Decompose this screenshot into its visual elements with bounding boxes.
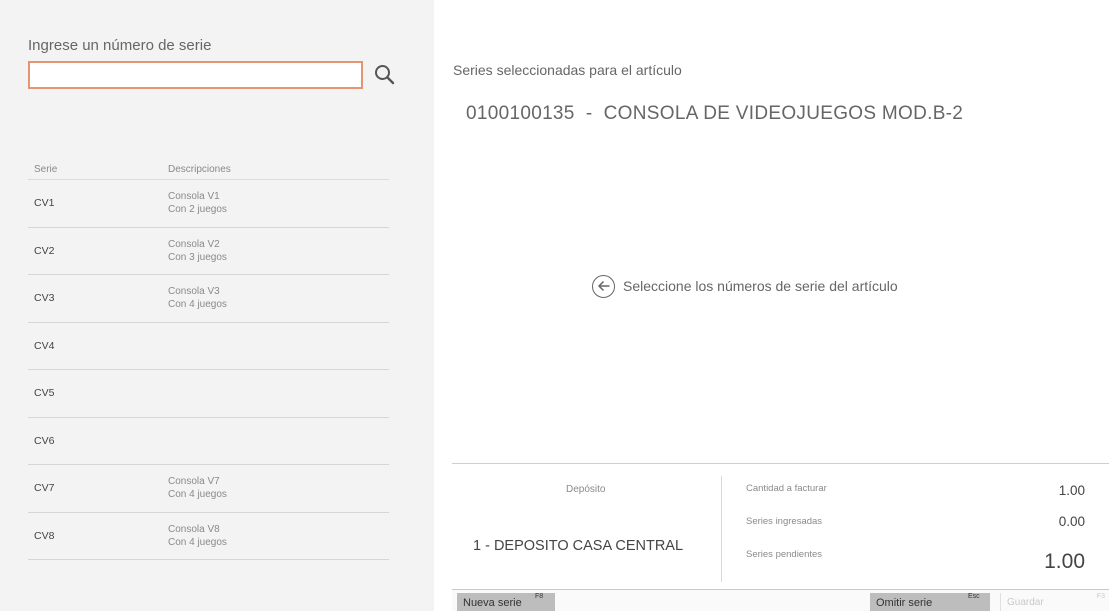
- article-code: 0100100135: [466, 103, 575, 124]
- divider: [452, 463, 1109, 464]
- shortcut-key: F3: [1096, 593, 1105, 600]
- serie-cell: CV6: [34, 434, 55, 447]
- series-grid: CV1 Consola V1 Con 2 juegos CV2 Consola V…: [28, 180, 389, 560]
- description-cell: Consola V2 Con 3 juegos: [168, 238, 227, 263]
- series-pendientes-label: Series pendientes: [746, 549, 823, 560]
- description-cell: Consola V1 Con 2 juegos: [168, 191, 227, 216]
- serie-cell: CV7: [34, 482, 55, 495]
- column-header-descripciones: Descripciones: [168, 164, 231, 175]
- series-row[interactable]: CV2 Consola V2 Con 3 juegos: [28, 228, 389, 275]
- omitir-serie-button[interactable]: Omitir serie Esc: [870, 593, 990, 611]
- hint-text: Seleccione los números de serie del artí…: [623, 278, 898, 294]
- cantidad-label: Cantidad a facturar: [746, 483, 827, 494]
- serial-search-input[interactable]: [28, 61, 363, 89]
- selection-hint: Seleccione los números de serie del artí…: [592, 274, 898, 298]
- series-row[interactable]: CV5: [28, 370, 389, 418]
- serie-cell: CV5: [34, 387, 55, 400]
- column-header-serie: Serie: [34, 164, 58, 175]
- series-ingresadas-label: Series ingresadas: [746, 516, 823, 527]
- serie-cell: CV1: [34, 197, 55, 210]
- series-row[interactable]: CV8 Consola V8 Con 4 juegos: [28, 513, 389, 560]
- button-label: Omitir serie: [876, 597, 933, 609]
- deposito-label: Depósito: [566, 484, 606, 495]
- series-row[interactable]: CV3 Consola V3 Con 4 juegos: [28, 275, 389, 323]
- article-heading: 0100100135 - CONSOLA DE VIDEOJUEGOS MOD.…: [466, 103, 963, 125]
- description-cell: Consola V8 Con 4 juegos: [168, 523, 227, 548]
- shortcut-key: F8: [535, 593, 544, 600]
- divider: [721, 476, 722, 582]
- button-label: Guardar: [1007, 597, 1044, 608]
- deposito-value: 1 - DEPOSITO CASA CENTRAL: [473, 538, 684, 554]
- series-row[interactable]: CV4: [28, 323, 389, 370]
- article-name: CONSOLA DE VIDEOJUEGOS MOD.B-2: [603, 103, 964, 124]
- search-label: Ingrese un número de serie: [28, 37, 212, 54]
- cantidad-value: 1.00: [1058, 483, 1085, 498]
- selected-series-title: Series seleccionadas para el artículo: [453, 62, 682, 78]
- guardar-button[interactable]: Guardar F3: [1000, 593, 1109, 611]
- description-cell: Consola V7 Con 4 juegos: [168, 476, 227, 501]
- series-row[interactable]: CV6: [28, 418, 389, 465]
- shortcut-key: Esc: [968, 593, 980, 600]
- article-separator: -: [585, 103, 593, 124]
- action-bar: Nueva serie F8 Omitir serie Esc Guardar …: [452, 589, 1109, 611]
- serie-cell: CV4: [34, 339, 55, 352]
- series-search-panel: Ingrese un número de serie Serie Descrip…: [0, 0, 434, 611]
- serie-cell: CV3: [34, 292, 55, 305]
- series-row[interactable]: CV1 Consola V1 Con 2 juegos: [28, 180, 389, 228]
- series-ingresadas-value: 0.00: [1058, 514, 1085, 529]
- description-cell: Consola V3 Con 4 juegos: [168, 286, 227, 311]
- series-pendientes-value: 1.00: [1044, 550, 1085, 573]
- search-icon[interactable]: [372, 62, 398, 88]
- series-grid-header: Serie Descripciones: [28, 164, 389, 180]
- button-label: Nueva serie: [463, 597, 522, 609]
- serie-cell: CV8: [34, 529, 55, 542]
- nueva-serie-button[interactable]: Nueva serie F8: [457, 593, 555, 611]
- series-row[interactable]: CV7 Consola V7 Con 4 juegos: [28, 465, 389, 513]
- serie-cell: CV2: [34, 244, 55, 257]
- arrow-left-circle-icon[interactable]: [592, 274, 615, 298]
